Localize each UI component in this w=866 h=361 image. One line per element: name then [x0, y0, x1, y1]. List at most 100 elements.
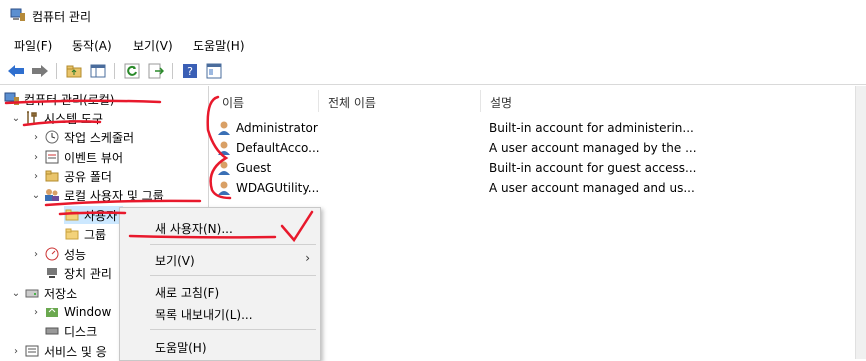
tree-item-storage[interactable]: ⌄ 저장소	[10, 284, 77, 302]
user-icon	[218, 121, 230, 135]
tree-label: 저장소	[44, 286, 78, 301]
performance-icon	[44, 246, 60, 262]
toolbar-separator	[172, 63, 173, 79]
list-item[interactable]: Guest Built-in account for guest access.…	[212, 158, 854, 178]
disk-icon	[44, 323, 60, 339]
context-menu-view[interactable]: 보기(V) ›	[120, 248, 320, 270]
context-menu-new-user[interactable]: 새 사용자(N)...	[120, 216, 320, 238]
column-separator[interactable]	[480, 90, 481, 112]
tree-item-local-users-groups[interactable]: ⌄ 로컬 사용자 및 그룹	[30, 186, 164, 204]
chevron-right-icon[interactable]: ›	[30, 152, 42, 163]
tools-icon	[24, 110, 40, 126]
tree-label: 이벤트 뷰어	[64, 150, 124, 165]
tree-label: 컴퓨터 관리(로컬)	[24, 92, 115, 107]
user-description: Built-in account for guest access...	[489, 161, 697, 175]
column-header-description[interactable]: 설명	[490, 94, 512, 111]
device-manager-icon	[44, 265, 60, 281]
list-item[interactable]: WDAGUtility... A user account managed an…	[212, 178, 854, 198]
tree-label: 그룹	[84, 227, 107, 242]
backup-icon	[44, 304, 60, 320]
tree-label: 서비스 및 응	[44, 344, 107, 359]
chevron-right-icon[interactable]: ›	[10, 346, 22, 357]
menu-help[interactable]: 도움말(H)	[193, 37, 245, 54]
context-menu: 새 사용자(N)... 보기(V) › 새로 고침(F) 목록 내보내기(L).…	[119, 207, 321, 361]
user-icon	[218, 181, 230, 195]
vertical-scrollbar[interactable]	[855, 86, 866, 359]
user-name: WDAGUtility...	[236, 181, 320, 195]
tree-item-computer-management[interactable]: 컴퓨터 관리(로컬)	[4, 90, 114, 108]
user-description: A user account managed by the ...	[489, 141, 697, 155]
user-icon	[218, 141, 230, 155]
tree-item-performance[interactable]: › 성능	[30, 245, 86, 263]
tree-item-services-apps[interactable]: › 서비스 및 응	[10, 342, 107, 359]
list-item[interactable]: Administrator Built-in account for admin…	[212, 118, 854, 138]
tree-label: 로컬 사용자 및 그룹	[64, 188, 164, 203]
toolbar-separator	[56, 63, 57, 79]
tree-item-disk-management[interactable]: 디스크	[44, 322, 97, 340]
svg-text:?: ?	[187, 65, 193, 78]
column-separator[interactable]	[318, 90, 319, 112]
tree-item-event-viewer[interactable]: › 이벤트 뷰어	[30, 148, 123, 166]
menu-separator	[150, 244, 316, 245]
context-menu-help[interactable]: 도움말(H)	[120, 335, 320, 357]
tree-label: 시스템 도구	[44, 111, 104, 126]
properties-icon[interactable]	[204, 61, 224, 81]
tree-item-groups[interactable]: 그룹	[64, 225, 106, 243]
refresh-icon[interactable]	[122, 61, 142, 81]
window-title: 컴퓨터 관리	[32, 10, 92, 24]
computer-management-icon	[10, 8, 25, 21]
folder-icon	[64, 226, 80, 242]
column-header-full-name[interactable]: 전체 이름	[328, 94, 376, 111]
menu-view[interactable]: 보기(V)	[133, 37, 173, 54]
users-group-icon	[44, 187, 60, 203]
user-icon	[218, 161, 230, 175]
user-name: DefaultAcco...	[236, 141, 320, 155]
title-bar: 컴퓨터 관리	[0, 0, 866, 30]
clock-icon	[44, 129, 60, 145]
menu-file[interactable]: 파일(F)	[14, 37, 52, 54]
tree-label: 장치 관리	[64, 266, 112, 281]
chevron-down-icon[interactable]: ⌄	[30, 190, 42, 201]
services-icon	[24, 343, 40, 359]
export-list-icon[interactable]	[146, 61, 166, 81]
tree-item-system-tools[interactable]: ⌄ 시스템 도구	[10, 109, 103, 127]
tree-label: 디스크	[64, 324, 98, 339]
submenu-arrow-icon: ›	[305, 251, 310, 265]
show-hide-tree-icon[interactable]	[88, 61, 108, 81]
tree-label: 공유 폴더	[64, 169, 112, 184]
folder-icon	[64, 207, 80, 223]
chevron-down-icon[interactable]: ⌄	[10, 288, 22, 299]
up-folder-icon[interactable]	[64, 61, 84, 81]
chevron-right-icon[interactable]: ›	[30, 132, 42, 143]
tree-item-device-manager[interactable]: 장치 관리	[44, 264, 112, 282]
tree-item-task-scheduler[interactable]: › 작업 스케줄러	[30, 128, 134, 146]
tree-label: 작업 스케줄러	[64, 130, 135, 145]
storage-icon	[24, 285, 40, 301]
event-viewer-icon	[44, 149, 60, 165]
context-menu-export[interactable]: 목록 내보내기(L)...	[120, 302, 320, 324]
menu-action[interactable]: 동작(A)	[72, 37, 112, 54]
help-icon[interactable]: ?	[180, 61, 200, 81]
tree-item-users[interactable]: 사용자	[64, 206, 124, 224]
chevron-right-icon[interactable]: ›	[30, 307, 42, 318]
tree-label: Window	[64, 305, 112, 319]
tree-item-shared-folders[interactable]: › 공유 폴더	[30, 167, 112, 185]
toolbar: ?	[0, 58, 866, 85]
computer-management-icon	[4, 91, 20, 107]
chevron-down-icon[interactable]: ⌄	[10, 113, 22, 124]
user-description: Built-in account for administerin...	[489, 121, 694, 135]
toolbar-separator	[114, 63, 115, 79]
menu-separator	[150, 329, 316, 330]
user-name: Administrator	[236, 121, 318, 135]
back-arrow-icon[interactable]	[6, 61, 26, 81]
user-description: A user account managed and us...	[489, 181, 695, 195]
forward-arrow-icon[interactable]	[30, 61, 50, 81]
list-item[interactable]: DefaultAcco... A user account managed by…	[212, 138, 854, 158]
chevron-right-icon[interactable]: ›	[30, 171, 42, 182]
chevron-right-icon[interactable]: ›	[30, 249, 42, 260]
tree-label: 성능	[64, 247, 87, 262]
context-menu-refresh[interactable]: 새로 고침(F)	[120, 280, 320, 302]
column-header-name[interactable]: 이름	[222, 94, 244, 111]
tree-item-windows-backup[interactable]: › Window	[30, 303, 111, 321]
menu-separator	[150, 275, 316, 276]
